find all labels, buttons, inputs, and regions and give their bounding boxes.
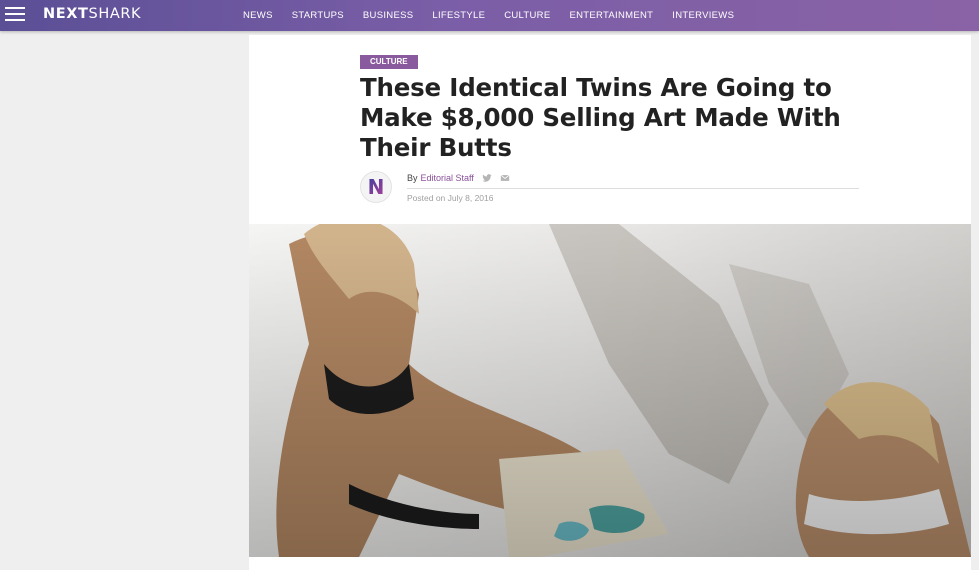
- category-tag[interactable]: CULTURE: [360, 55, 418, 69]
- nav-item-interviews[interactable]: INTERVIEWS: [672, 10, 734, 21]
- nav-item-entertainment[interactable]: ENTERTAINMENT: [569, 10, 653, 21]
- logo-rest-text: SHARK: [88, 6, 142, 22]
- nav-item-lifestyle[interactable]: LIFESTYLE: [432, 10, 485, 21]
- byline-prefix: By: [407, 173, 418, 183]
- author-avatar[interactable]: N: [360, 171, 392, 203]
- nav-item-culture[interactable]: CULTURE: [504, 10, 550, 21]
- hero-image: [249, 224, 971, 557]
- nav-item-business[interactable]: BUSINESS: [363, 10, 413, 21]
- hero-illustration: [249, 224, 971, 557]
- site-logo[interactable]: NEXTSHARK: [43, 6, 141, 22]
- nav-item-news[interactable]: NEWS: [243, 10, 273, 21]
- logo-bold-text: NEXT: [43, 6, 89, 22]
- top-navigation-bar: NEXTSHARK NEWS STARTUPS BUSINESS LIFESTY…: [0, 0, 979, 31]
- byline-divider: [407, 188, 859, 189]
- email-icon[interactable]: [500, 173, 510, 183]
- posted-date: Posted on July 8, 2016: [407, 193, 494, 203]
- byline: By Editorial Staff: [407, 173, 510, 183]
- nav-item-startups[interactable]: STARTUPS: [292, 10, 344, 21]
- avatar-letter: N: [367, 175, 385, 199]
- menu-icon[interactable]: [5, 7, 25, 23]
- author-link[interactable]: Editorial Staff: [421, 173, 474, 183]
- twitter-icon[interactable]: [482, 173, 492, 183]
- article-title: These Identical Twins Are Going to Make …: [360, 73, 841, 162]
- main-nav: NEWS STARTUPS BUSINESS LIFESTYLE CULTURE…: [243, 0, 753, 31]
